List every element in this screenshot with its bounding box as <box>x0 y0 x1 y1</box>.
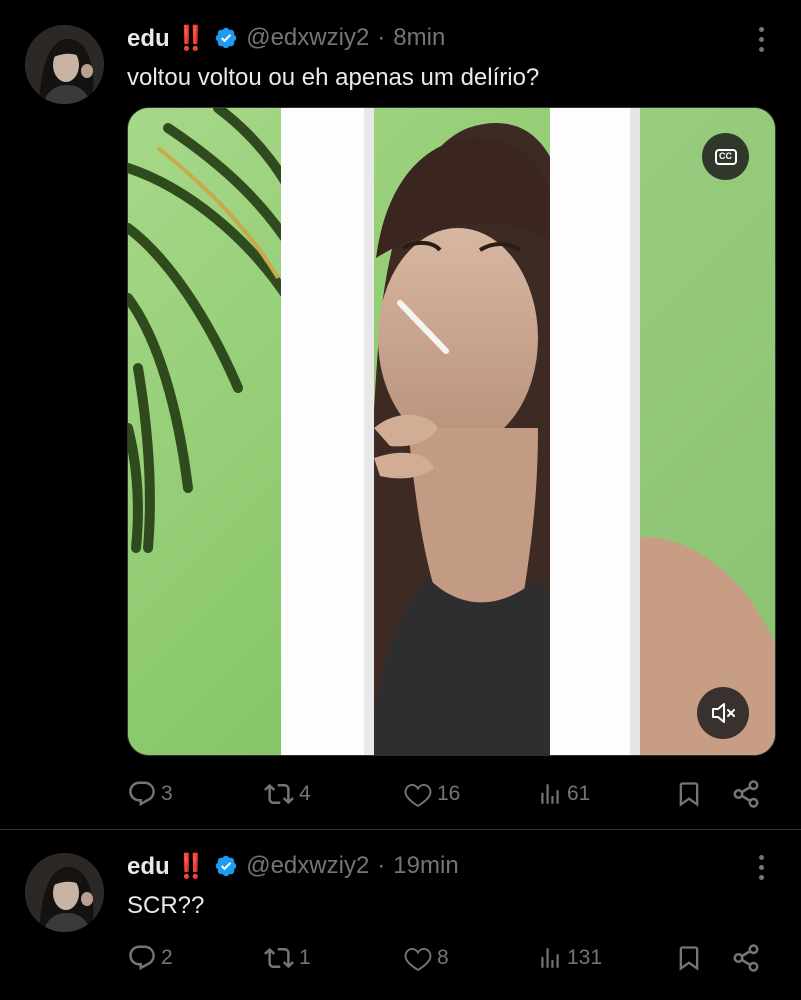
view-count: 61 <box>567 782 591 805</box>
user-handle[interactable]: @edxwziy2 <box>246 24 369 52</box>
avatar[interactable] <box>25 853 104 932</box>
reply-icon <box>129 945 155 971</box>
views-button[interactable]: 61 <box>537 777 590 811</box>
avatar[interactable] <box>25 25 104 104</box>
retweet-button[interactable]: 1 <box>263 941 311 975</box>
tweet-actions: 3 4 16 61 <box>127 777 775 811</box>
like-button[interactable]: 16 <box>403 777 460 811</box>
like-count: 16 <box>437 782 461 805</box>
retweet-count: 1 <box>299 946 311 969</box>
more-options-icon[interactable] <box>749 24 773 54</box>
mute-toggle-button[interactable] <box>697 687 749 739</box>
heart-icon <box>404 783 432 808</box>
bookmark-icon <box>679 782 699 807</box>
tweet-header: edu ‼️ @edxwziy2 · 8min <box>127 23 445 53</box>
reply-icon <box>129 781 155 807</box>
like-button[interactable]: 8 <box>403 941 449 975</box>
user-handle[interactable]: @edxwziy2 <box>246 852 369 880</box>
bookmark-button[interactable] <box>675 941 703 975</box>
tweet-actions: 2 1 8 131 <box>127 941 775 975</box>
retweet-icon <box>264 783 294 805</box>
volume-muted-icon <box>712 703 735 723</box>
verified-badge-icon <box>215 855 237 877</box>
timestamp[interactable]: 8min <box>393 24 445 52</box>
reply-count: 2 <box>161 946 173 969</box>
reply-count: 3 <box>161 782 173 805</box>
display-name[interactable]: edu ‼️ <box>127 852 206 881</box>
verified-badge-icon <box>215 27 237 49</box>
closed-captions-icon: CC <box>714 148 737 165</box>
retweet-button[interactable]: 4 <box>263 777 311 811</box>
closed-captions-button[interactable]: CC <box>702 133 749 180</box>
views-chart-icon <box>541 948 559 968</box>
views-chart-icon <box>541 784 559 804</box>
tweet[interactable]: edu ‼️ @edxwziy2 · 19min SCR?? 2 1 8 131 <box>0 830 801 1000</box>
tweet[interactable]: edu ‼️ @edxwziy2 · 8min voltou voltou ou… <box>0 0 801 830</box>
share-icon <box>733 780 759 808</box>
view-count: 131 <box>567 946 603 969</box>
share-icon <box>733 944 759 972</box>
retweet-count: 4 <box>299 782 311 805</box>
separator: · <box>377 852 386 879</box>
share-button[interactable] <box>731 941 761 975</box>
like-count: 8 <box>437 946 449 969</box>
reply-button[interactable]: 3 <box>127 777 173 811</box>
timestamp[interactable]: 19min <box>393 852 458 880</box>
retweet-icon <box>264 947 294 969</box>
bookmark-button[interactable] <box>675 777 703 811</box>
more-options-icon[interactable] <box>749 852 773 882</box>
tweet-text: voltou voltou ou eh apenas um delírio? <box>127 64 540 91</box>
views-button[interactable]: 131 <box>537 941 602 975</box>
video-player[interactable]: CC <box>127 107 776 756</box>
tweet-text: SCR?? <box>127 892 205 919</box>
tweet-header: edu ‼️ @edxwziy2 · 19min <box>127 851 459 881</box>
display-name[interactable]: edu ‼️ <box>127 24 206 53</box>
share-button[interactable] <box>731 777 761 811</box>
reply-button[interactable]: 2 <box>127 941 173 975</box>
bookmark-icon <box>679 946 699 971</box>
heart-icon <box>404 947 432 972</box>
separator: · <box>377 24 386 51</box>
video-frame <box>128 108 775 755</box>
